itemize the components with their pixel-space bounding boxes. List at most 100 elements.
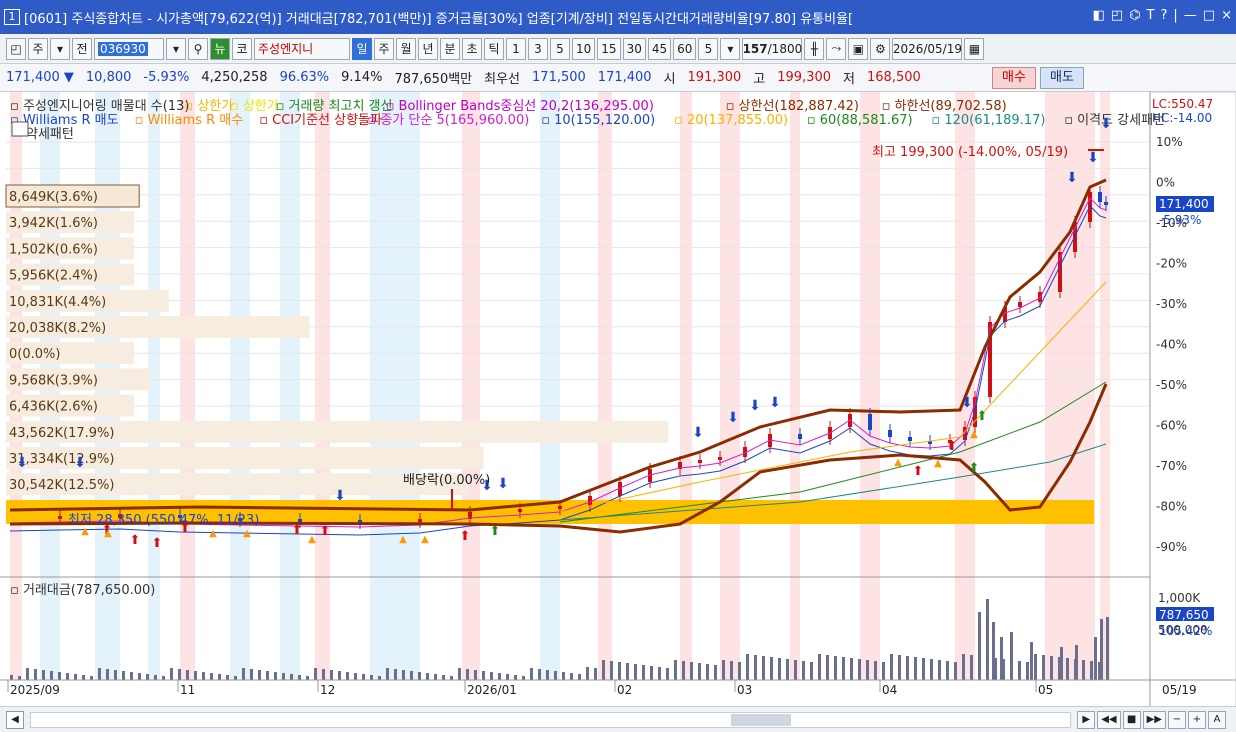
scroll-track[interactable] <box>30 711 1072 728</box>
volume-bar <box>530 668 533 680</box>
legend-item: ▫ Bollinger Bands중심선 20,2(136,295.00) <box>386 99 654 114</box>
legend-item: ▫ CCI기준선 상향돌파 <box>259 113 382 128</box>
tab-minute[interactable]: 분 <box>440 37 460 60</box>
williams-sell-marker: ⬇ <box>1087 150 1099 166</box>
stop-icon[interactable]: ■ <box>1122 710 1141 729</box>
price-chart-svg[interactable]: 10%0%-10%-20%-30%-40%-50%-60%-70%-80%-90… <box>0 91 1236 709</box>
time-axis-label: 05 <box>1038 683 1053 697</box>
gear-icon[interactable]: ⚙ <box>870 37 891 60</box>
volume-bar <box>506 674 509 680</box>
tab-second[interactable]: 초 <box>462 37 482 60</box>
buy-button[interactable]: 매수 <box>992 67 1036 89</box>
volume-bar <box>146 674 149 680</box>
volume-bar <box>1090 661 1093 680</box>
candle-body <box>298 519 302 522</box>
restore-icon[interactable]: ◧ <box>1093 8 1105 23</box>
interval-10[interactable]: 10 <box>572 37 596 60</box>
volume-bar <box>18 676 21 680</box>
interval-60[interactable]: 60 <box>673 37 697 60</box>
shade-stripe <box>370 92 420 680</box>
volume-bar <box>538 669 541 680</box>
scroll-left-icon[interactable]: ◀ <box>6 710 24 729</box>
help-icon[interactable]: ? <box>1161 8 1168 23</box>
period-selector[interactable]: 주 <box>28 37 48 60</box>
williams-sell-marker: ⬇ <box>1100 116 1112 132</box>
font-icon[interactable]: T <box>1147 8 1155 23</box>
news-button[interactable]: 뉴 <box>210 37 230 60</box>
interval-1[interactable]: 1 <box>506 37 526 60</box>
tab-day[interactable]: 일 <box>352 37 372 60</box>
interval-5[interactable]: 5 <box>550 37 570 60</box>
volume-bar <box>474 670 477 680</box>
trend-icon[interactable]: ⤳ <box>826 37 847 60</box>
volume-bar <box>786 659 789 680</box>
volume-bar <box>946 661 949 680</box>
interval-15[interactable]: 15 <box>597 37 621 60</box>
maximize-icon[interactable]: □ <box>1203 8 1215 23</box>
williams-buy-marker: ▲ <box>894 457 902 468</box>
save-icon[interactable]: ▣ <box>848 37 869 60</box>
price-change: 10,800 <box>85 70 132 85</box>
all-button[interactable]: 전 <box>72 37 92 60</box>
interval-dropdown-icon[interactable]: ▾ <box>720 37 741 60</box>
volume-bar <box>98 668 101 680</box>
volume-bar <box>442 675 445 680</box>
volume-bar <box>74 674 77 680</box>
shade-stripe <box>598 92 612 680</box>
legend-item: ▫ 하한선(89,702.58) <box>882 99 1007 114</box>
chart-area[interactable]: 10% 0% -10% -20% -30% -40% -50% -60% -70% -80% -90… <box>0 91 1236 709</box>
price-axis-label: -30% <box>1156 297 1187 311</box>
play-icon[interactable]: ▶ <box>1077 710 1096 729</box>
date-field[interactable]: 2026/05/19 <box>892 37 963 60</box>
legend-item: ▫ 상한가 <box>230 99 279 114</box>
code-dropdown-icon[interactable]: ▾ <box>166 37 186 60</box>
candle-icon[interactable]: ╫ <box>804 37 825 60</box>
cci-cross-marker: ⬆ <box>947 439 958 454</box>
legend-item: ▫ 이격도 강세패턴 <box>1064 113 1165 128</box>
font-size-icon[interactable]: A <box>1208 710 1226 729</box>
count-field[interactable]: 157/1800 <box>742 37 803 60</box>
stock-code-input[interactable]: 036930 <box>94 37 164 60</box>
tab-week[interactable]: 주 <box>374 37 394 60</box>
chevron-down-icon[interactable]: ▾ <box>50 37 70 60</box>
interval-45[interactable]: 45 <box>647 37 672 60</box>
tab-month[interactable]: 월 <box>396 37 416 60</box>
sell-button[interactable]: 매도 <box>1040 67 1084 89</box>
scroll-thumb[interactable] <box>731 713 791 726</box>
zoom-out-icon[interactable]: − <box>1168 710 1186 729</box>
williams-sell-marker: ⬇ <box>1066 170 1078 186</box>
interval-3[interactable]: 3 <box>528 37 548 60</box>
volume-bar <box>1026 662 1029 680</box>
layout-icon[interactable]: ◰ <box>6 37 26 60</box>
volume-bar <box>330 670 333 680</box>
tile-icon[interactable]: ◰ <box>1111 8 1123 23</box>
tab-year[interactable]: 년 <box>418 37 438 60</box>
time-axis-label: 02 <box>617 683 632 697</box>
pin-icon[interactable]: ⌬ <box>1129 8 1140 23</box>
volume-bar <box>674 660 677 680</box>
forward-icon[interactable]: ▶▶ <box>1142 710 1166 729</box>
kor-button[interactable]: 코 <box>232 37 252 60</box>
rewind-icon[interactable]: ◀◀ <box>1097 710 1121 729</box>
tab-tick[interactable]: 틱 <box>484 37 504 60</box>
price-axis-label: -90% <box>1156 540 1187 554</box>
interval-30[interactable]: 30 <box>622 37 646 60</box>
calendar-icon[interactable]: ▦ <box>964 37 985 60</box>
williams-sell-marker: ⬇ <box>16 455 28 471</box>
close-icon[interactable]: × <box>1221 8 1232 23</box>
stock-name-field[interactable]: 주성엔지니 <box>254 37 350 60</box>
price-axis-label: -70% <box>1156 459 1187 473</box>
volume-bar <box>482 671 485 680</box>
interval-value[interactable]: 5 <box>698 37 719 60</box>
volume-bar <box>26 668 29 680</box>
volume-bar <box>1050 656 1053 680</box>
volume-ratio: 96.63% <box>279 70 330 85</box>
zoom-in-icon[interactable]: + <box>1188 710 1206 729</box>
volume-bar <box>706 664 709 680</box>
minimize-icon[interactable]: — <box>1184 8 1197 23</box>
search-icon[interactable]: ⚲ <box>188 37 208 60</box>
toolbar: ◰ 주 ▾ 전 036930 ▾ ⚲ 뉴 코 주성엔지니 일 주 월 년 분 초… <box>0 34 1236 64</box>
volume-bar <box>394 669 397 680</box>
time-axis-label: 03 <box>737 683 752 697</box>
high-annotation: 최고 199,300 (-14.00%, 05/19) <box>872 145 1068 160</box>
